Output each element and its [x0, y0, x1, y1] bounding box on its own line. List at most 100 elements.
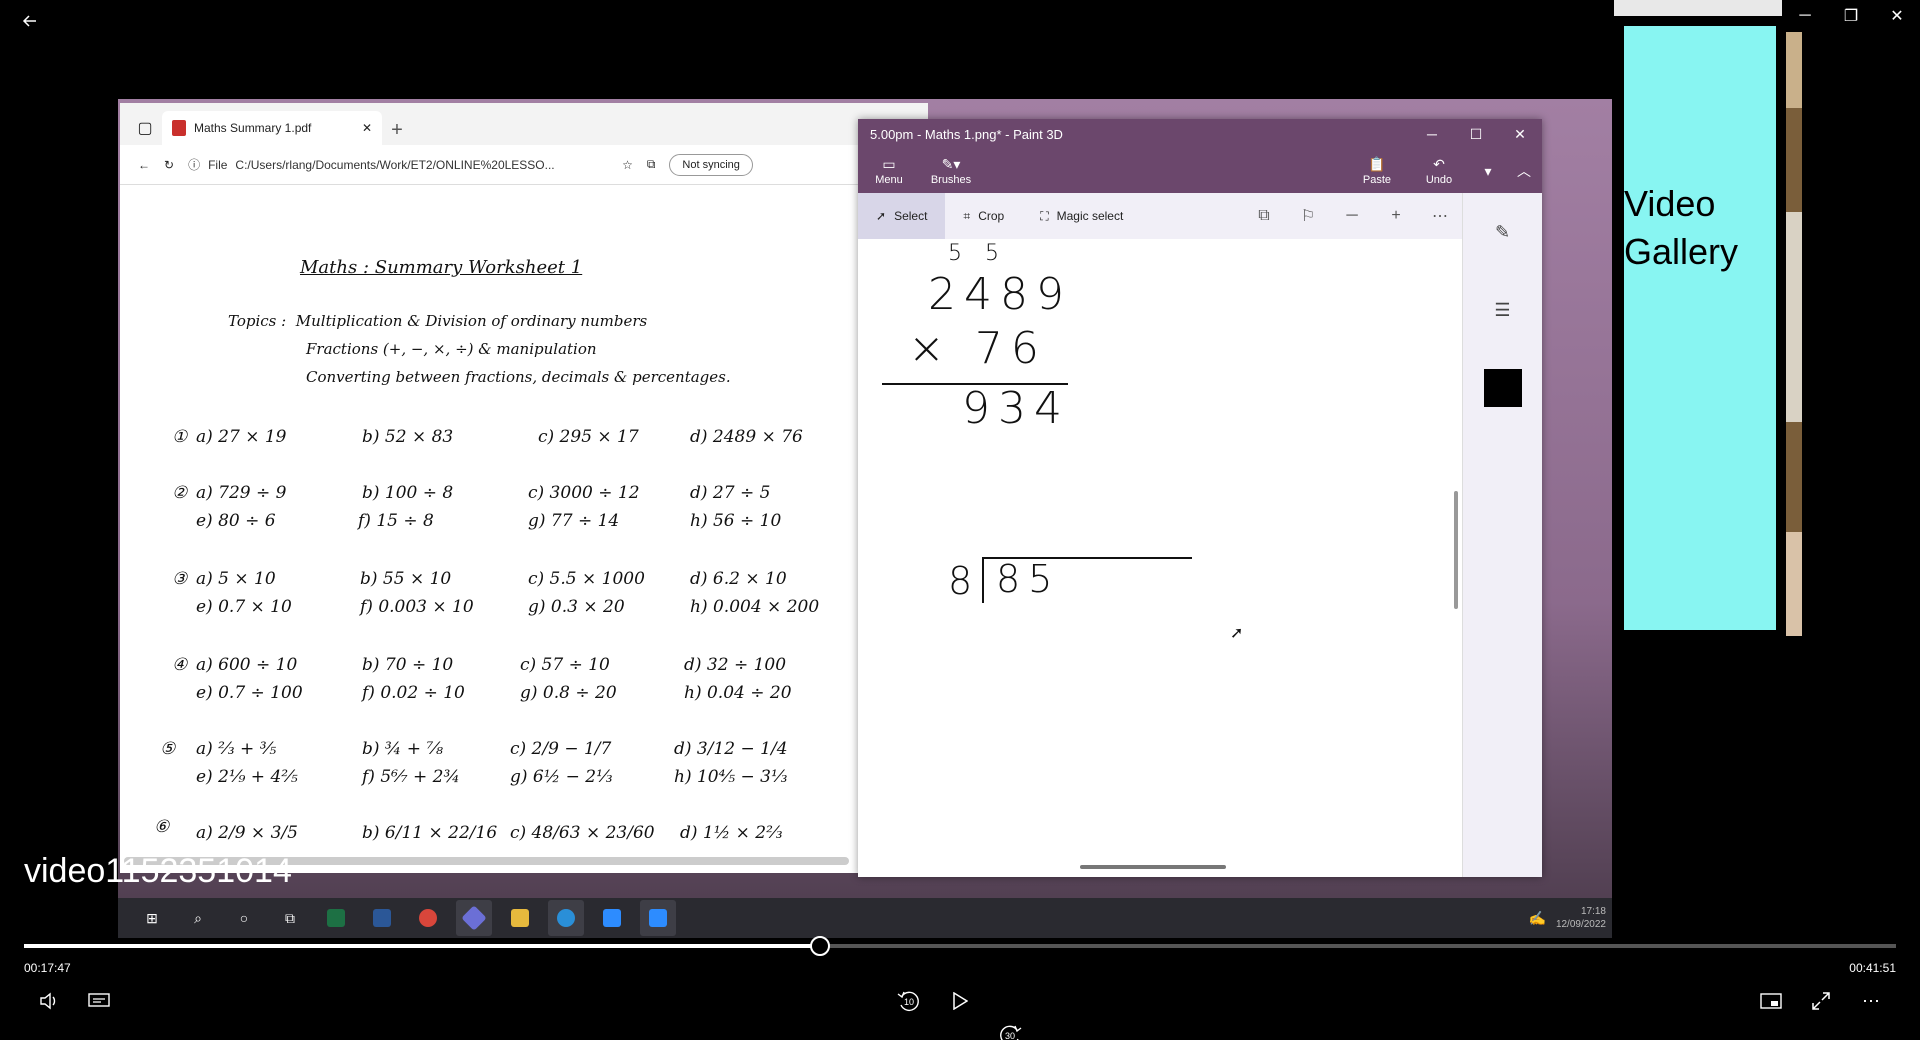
paint-maximize-icon: ☐ [1469, 125, 1483, 142]
paint3d-taskbar-icon [456, 900, 492, 936]
undo-icon: ↶ [1433, 156, 1445, 172]
question-number: ④ [172, 655, 188, 675]
divisor: 8 [948, 559, 981, 603]
carry-digits: 5 5 [948, 241, 1007, 266]
question-item: f) 0.003 × 10 [360, 597, 474, 617]
refresh-icon: ↻ [164, 157, 175, 172]
question-item: a) 600 ÷ 10 [196, 655, 298, 675]
paint-side-panel: ✎ ☰ [1462, 193, 1542, 877]
color-swatch-button [1463, 349, 1542, 427]
total-time: 00:41:51 [1849, 961, 1896, 975]
adjust-icon: ☰ [1494, 299, 1511, 320]
back-button[interactable] [12, 6, 48, 36]
play-icon [953, 992, 968, 1010]
select-tool: ➚ Select [858, 193, 946, 239]
question-item: a) 27 × 19 [196, 427, 287, 447]
cortana-icon: ○ [239, 910, 249, 926]
minimize-button[interactable]: ─ [1782, 0, 1828, 32]
flag-icon: ⚐ [1300, 208, 1316, 225]
question-item: f) 0.02 ÷ 10 [362, 683, 465, 703]
question-item: g) 6½ − 2⅓ [510, 767, 613, 787]
question-item: f) 15 ÷ 8 [358, 511, 434, 531]
folder-icon: ▭ [882, 156, 896, 172]
question-item: f) 5⁶⁄₇ + 2¾ [362, 767, 460, 787]
close-icon: ✕ [1890, 8, 1904, 25]
zoom-meeting-icon [640, 900, 676, 936]
question-item: c) 295 × 17 [538, 427, 639, 447]
sync-status: Not syncing [669, 153, 753, 176]
question-item: c) 5.5 × 1000 [528, 569, 645, 589]
history-dropdown: ▾ [1470, 163, 1506, 179]
pdf-icon [172, 120, 186, 136]
question-item: g) 0.3 × 20 [528, 597, 625, 617]
paint-close-icon: ✕ [1514, 125, 1526, 142]
active-color-swatch [1483, 369, 1522, 407]
question-item: g) 77 ÷ 14 [528, 511, 620, 531]
skip-forward-button[interactable]: 30 [989, 1018, 1031, 1040]
chrome-icon [410, 900, 446, 936]
division-bracket [982, 557, 984, 603]
question-item: a) 729 ÷ 9 [196, 483, 287, 503]
more-icon: ⋯ [1862, 990, 1880, 1011]
gallery-label-line1: Video [1624, 183, 1716, 224]
crop-icon: ⌗ [963, 208, 971, 223]
paint-titlebar: 5.00pm - Maths 1.png* - Paint 3D ─ ☐ ✕ [858, 119, 1542, 149]
close-button[interactable]: ✕ [1874, 0, 1920, 32]
question-item: e) 0.7 ÷ 100 [196, 683, 303, 703]
clock-date: 12/09/2022 [1555, 919, 1606, 930]
info-icon: ⓘ [188, 158, 201, 172]
question-item: d) 27 ÷ 5 [690, 483, 771, 503]
edge-browser-window: ▢ Maths Summary 1.pdf ✕ + ← ↻ ⓘ File C:/… [120, 103, 928, 873]
topic-3: Converting between fractions, decimals &… [306, 368, 731, 386]
file-label: File [208, 157, 228, 172]
question-number: ⑤ [160, 739, 176, 759]
seek-thumb[interactable] [809, 936, 830, 956]
fullscreen-button[interactable] [1800, 984, 1842, 1018]
video-frame[interactable]: ▢ Maths Summary 1.pdf ✕ + ← ↻ ⓘ File C:/… [118, 99, 1612, 938]
restore-icon: ❐ [1843, 8, 1859, 25]
url-text: C:/Users/rlang/Documents/Work/ET2/ONLINE… [235, 157, 555, 172]
current-time: 00:17:47 [24, 961, 71, 975]
skip-back-seconds: 10 [903, 996, 915, 1007]
captions-icon [88, 993, 110, 1007]
paint-vertical-scrollbar [1454, 491, 1458, 609]
paint3d-window: 5.00pm - Maths 1.png* - Paint 3D ─ ☐ ✕ ▭… [858, 119, 1542, 877]
question-item: a) ⅔ + ⅗ [196, 739, 277, 759]
play-button[interactable] [939, 984, 981, 1018]
restore-button[interactable]: ❐ [1828, 0, 1874, 32]
task-view-icon: ⧉ [285, 909, 295, 926]
top-number: 2489 [928, 269, 1072, 320]
question-item: c) 57 ÷ 10 [520, 655, 610, 675]
undo-label: Undo [1425, 174, 1453, 186]
volume-button[interactable] [28, 984, 70, 1018]
seek-bar[interactable] [24, 936, 1896, 956]
video-gallery-tile[interactable]: Video Gallery [1624, 26, 1776, 630]
magic-select-tool: ⛶ Magic select [1022, 193, 1141, 239]
tab-actions-icon: ▢ [137, 120, 153, 137]
question-item: c) 48/63 × 23/60 [510, 823, 655, 843]
mini-view-button[interactable] [1750, 984, 1792, 1018]
crop-tool: ⌗ Crop [945, 193, 1022, 239]
skip-back-button[interactable]: 10 [888, 984, 930, 1018]
new-tab-icon: + [391, 118, 403, 141]
clock-time: 17:18 [1580, 906, 1606, 917]
zoom-out-icon: ─ [1346, 207, 1358, 224]
search-icon: ⌕ [194, 909, 202, 926]
question-item: h) 0.04 ÷ 20 [684, 683, 792, 703]
tab-close-icon: ✕ [361, 121, 372, 135]
topic-1: Multiplication & Division of ordinary nu… [295, 312, 648, 330]
question-item: h) 56 ÷ 10 [690, 511, 782, 531]
question-item: b) ¾ + ⅞ [362, 739, 443, 759]
question-number: ③ [172, 569, 188, 589]
question-item: h) 0.004 × 200 [690, 597, 820, 617]
skip-forward-seconds: 30 [1004, 1030, 1016, 1040]
question-item: g) 0.8 ÷ 20 [520, 683, 617, 703]
paint-minimize-icon: ─ [1427, 126, 1437, 142]
more-options-button[interactable]: ⋯ [1850, 984, 1892, 1018]
menu-label: Menu [875, 174, 903, 186]
captions-button[interactable] [78, 984, 120, 1018]
question-item: b) 6/11 × 22/16 [362, 823, 498, 843]
question-item: e) 2⅑ + 4⅖ [196, 767, 298, 787]
question-item: e) 0.7 × 10 [196, 597, 292, 617]
select-label: Select [894, 209, 928, 223]
